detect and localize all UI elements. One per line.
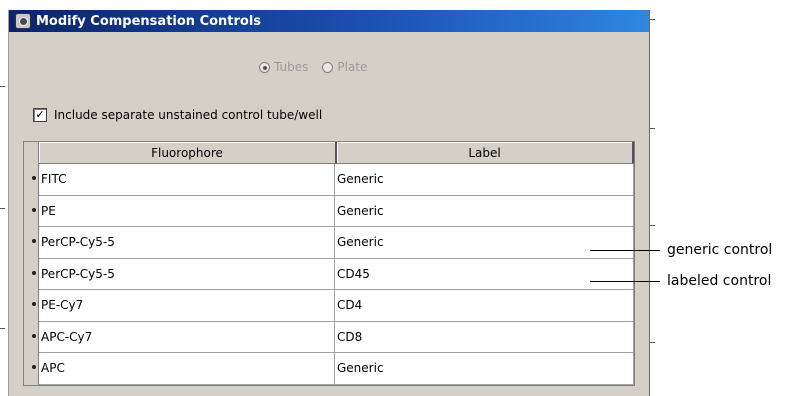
table-header: Fluorophore Label (24, 142, 634, 164)
generic-control-leader-line (590, 250, 660, 251)
window-title: Modify Compensation Controls (36, 13, 262, 29)
table-row[interactable]: APC-Cy7 CD8 (24, 321, 634, 353)
labeled-control-leader-line (590, 281, 660, 282)
crop-mark (650, 19, 655, 20)
row-marker-icon (32, 302, 36, 306)
generic-control-callout: generic control (667, 242, 773, 258)
column-header-fluorophore[interactable]: Fluorophore (39, 142, 337, 164)
unstained-control-checkbox[interactable]: ✓ (33, 108, 47, 122)
radio-plate-indicator[interactable] (322, 61, 334, 73)
fluorophore-cell[interactable]: PerCP-Cy5-5 (39, 258, 335, 290)
labeled-control-callout: labeled control (667, 273, 772, 289)
crop-mark (0, 86, 5, 87)
fluorophore-cell[interactable]: APC (39, 353, 335, 385)
row-selector[interactable] (24, 164, 39, 196)
app-camera-icon[interactable] (15, 13, 31, 29)
table-row[interactable]: FITC Generic (24, 164, 634, 196)
label-cell[interactable]: Generic (335, 164, 634, 196)
row-selector[interactable] (24, 321, 39, 353)
column-header-label[interactable]: Label (337, 142, 634, 164)
label-cell[interactable]: Generic (335, 227, 634, 259)
fluorophore-cell[interactable]: PE (39, 195, 335, 227)
compensation-table: Fluorophore Label FITC Generic PE Generi… (23, 141, 635, 386)
crop-mark (650, 225, 655, 226)
row-marker-icon (32, 365, 36, 369)
label-cell[interactable]: CD45 (335, 258, 634, 290)
row-selector[interactable] (24, 195, 39, 227)
table-row[interactable]: PerCP-Cy5-5 Generic (24, 227, 634, 259)
radio-tubes-indicator[interactable] (259, 61, 270, 73)
crop-mark (650, 342, 655, 343)
unstained-control-option[interactable]: ✓ Include separate unstained control tub… (33, 108, 322, 122)
radio-plate-label: Plate (337, 60, 368, 74)
fluorophore-cell[interactable]: APC-Cy7 (39, 321, 335, 353)
row-header-corner (24, 142, 39, 164)
row-marker-icon (32, 176, 36, 180)
row-marker-icon (32, 333, 36, 338)
row-selector[interactable] (24, 258, 39, 290)
row-marker-icon (32, 239, 36, 243)
table-row[interactable]: PE-Cy7 CD4 (24, 290, 634, 322)
row-marker-icon (32, 207, 36, 212)
row-selector[interactable] (24, 227, 39, 259)
crop-mark (0, 208, 5, 209)
label-cell[interactable]: CD4 (335, 290, 634, 322)
fluorophore-cell[interactable]: FITC (39, 164, 335, 196)
title-bar[interactable]: Modify Compensation Controls (9, 10, 649, 32)
label-cell[interactable]: Generic (335, 195, 634, 227)
row-marker-icon (32, 270, 36, 275)
label-cell[interactable]: CD8 (335, 321, 634, 353)
radio-plate[interactable]: Plate (322, 60, 367, 74)
table-row[interactable]: PE Generic (24, 195, 634, 227)
row-selector[interactable] (24, 290, 39, 322)
radio-tubes-label: Tubes (274, 60, 309, 74)
crop-mark (0, 328, 5, 329)
table-row[interactable]: APC Generic (24, 353, 634, 385)
fluorophore-cell[interactable]: PE-Cy7 (39, 290, 335, 322)
row-selector[interactable] (24, 353, 39, 385)
label-cell[interactable]: Generic (335, 353, 634, 385)
modify-compensation-dialog: Modify Compensation Controls Tubes Plate… (8, 10, 650, 396)
unstained-control-label: Include separate unstained control tube/… (54, 108, 323, 122)
crop-mark (650, 128, 655, 129)
source-type-group: Tubes Plate (259, 60, 367, 74)
fluorophore-cell[interactable]: PerCP-Cy5-5 (39, 227, 335, 259)
table-row[interactable]: PerCP-Cy5-5 CD45 (24, 258, 634, 290)
radio-tubes[interactable]: Tubes (259, 60, 308, 74)
